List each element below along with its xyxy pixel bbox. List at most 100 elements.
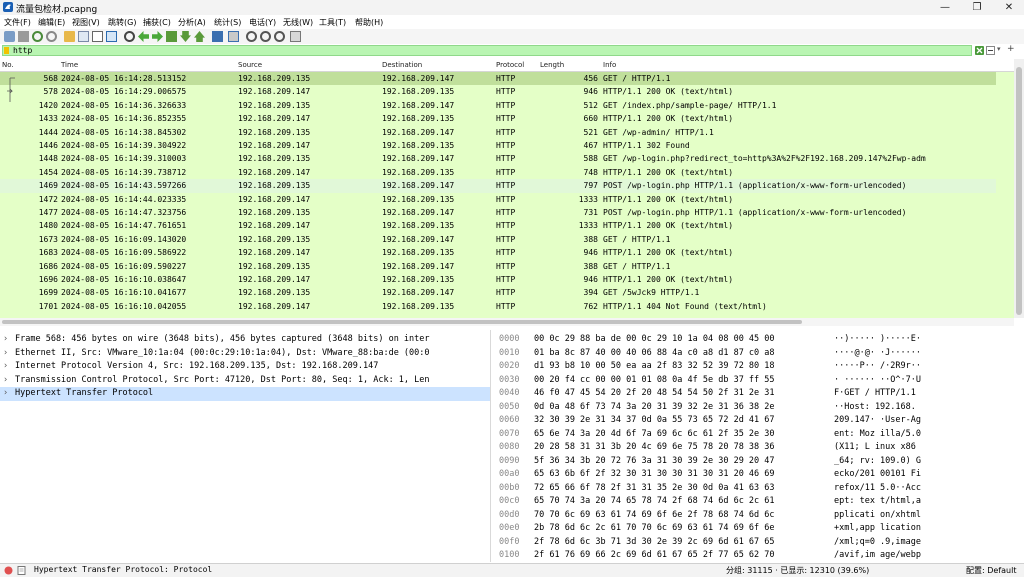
close-file-icon[interactable] [92, 31, 103, 42]
expand-arrow-icon[interactable]: › [3, 360, 8, 373]
expand-arrow-icon[interactable]: › [3, 333, 8, 346]
maximize-icon[interactable]: ❐ [962, 0, 992, 15]
menu-telephony[interactable]: 电话(Y) [249, 17, 276, 28]
packet-row[interactable]: 1433 2024-08-05 16:14:36.852355 192.168.20… [0, 112, 996, 125]
hex-row[interactable]: 0000 00 0c 29 88 ba de 00 0c 29 10 1a 04 … [494, 333, 1024, 347]
menu-view[interactable]: 视图(V) [72, 17, 100, 28]
close-icon[interactable]: ✕ [994, 0, 1024, 15]
packet-row[interactable]: 1696 2024-08-05 16:16:10.038647 192.168.20… [0, 273, 996, 286]
hex-row[interactable]: 00d0 70 70 6c 69 63 61 74 69 6f 6e 2f 78 … [494, 509, 1024, 523]
last-packet-icon[interactable] [194, 31, 205, 42]
hex-row[interactable]: 0050 0d 0a 48 6f 73 74 3a 20 31 39 32 2e … [494, 401, 1024, 415]
packet-row[interactable]: 1701 2024-08-05 16:16:10.042055 192.168.20… [0, 300, 996, 313]
menu-analyze[interactable]: 分析(A) [178, 17, 206, 28]
hex-row[interactable]: 0070 65 6e 74 3a 20 4d 6f 7a 69 6c 6c 61 … [494, 428, 1024, 442]
packet-row[interactable]: 1420 2024-08-05 16:14:36.326633 192.168.20… [0, 99, 996, 112]
colorize-icon[interactable] [228, 31, 239, 42]
column-source[interactable]: Source [238, 61, 262, 69]
packet-row[interactable]: 1480 2024-08-05 16:14:47.761651 192.168.20… [0, 219, 996, 232]
hex-row[interactable]: 00b0 72 65 66 6f 78 2f 31 31 35 2e 30 0d … [494, 482, 1024, 496]
detail-ethernet[interactable]: › Ethernet II, Src: VMware_10:1a:04 (00:0… [0, 347, 490, 361]
open-file-icon[interactable] [64, 31, 75, 42]
column-protocol[interactable]: Protocol [496, 61, 524, 69]
packet-list-scrollbar[interactable] [1014, 59, 1024, 318]
expert-info-icon[interactable] [4, 566, 13, 575]
stop-capture-icon[interactable] [18, 31, 29, 42]
minimize-icon[interactable]: — [930, 0, 960, 15]
expand-arrow-icon[interactable]: › [3, 387, 8, 400]
start-capture-icon[interactable] [4, 31, 15, 42]
hex-row[interactable]: 00c0 65 70 74 3a 20 74 65 78 74 2f 68 74 … [494, 495, 1024, 509]
packet-row[interactable]: 1469 2024-08-05 16:14:43.597266 192.168.20… [0, 179, 996, 193]
capture-options-icon[interactable] [46, 31, 57, 42]
packet-row[interactable]: 1699 2024-08-05 16:16:10.041677 192.168.20… [0, 286, 996, 299]
packet-row[interactable]: 578 2024-08-05 16:14:29.006575 192.168.209… [0, 85, 996, 98]
hex-row[interactable]: 0020 d1 93 b8 10 00 50 ea aa 2f 83 32 52 … [494, 360, 1024, 374]
detail-ip[interactable]: › Internet Protocol Version 4, Src: 192.1… [0, 360, 490, 374]
resize-columns-icon[interactable] [290, 31, 301, 42]
menu-edit[interactable]: 编辑(E) [38, 17, 65, 28]
hex-row[interactable]: 00e0 2b 78 6d 6c 2c 61 70 70 6c 69 63 61 … [494, 522, 1024, 536]
expand-arrow-icon[interactable]: › [3, 347, 8, 360]
capture-file-properties-icon[interactable] [17, 566, 26, 575]
menu-help[interactable]: 帮助(H) [355, 17, 383, 28]
hscroll-thumb[interactable] [2, 320, 802, 324]
hex-row[interactable]: 00a0 65 63 6b 6f 2f 32 30 31 30 30 31 30 … [494, 468, 1024, 482]
menu-capture[interactable]: 捕获(C) [143, 17, 171, 28]
detail-frame[interactable]: › Frame 568: 456 bytes on wire (3648 bits… [0, 333, 490, 347]
hex-row[interactable]: 0100 2f 61 76 69 66 2c 69 6d 61 67 65 2f … [494, 549, 1024, 562]
clear-filter-icon[interactable] [975, 46, 984, 55]
column-length[interactable]: Length [540, 61, 564, 69]
hex-row[interactable]: 0030 00 20 f4 cc 00 00 01 01 08 0a 4f 5e … [494, 374, 1024, 388]
packet-row[interactable]: 1472 2024-08-05 16:14:44.023335 192.168.20… [0, 193, 996, 206]
packet-cell-len: 731 [583, 208, 598, 217]
packet-row[interactable]: 1454 2024-08-05 16:14:39.738712 192.168.20… [0, 166, 996, 179]
menu-go[interactable]: 跳转(G) [108, 17, 136, 28]
packet-row[interactable]: 1673 2024-08-05 16:16:09.143020 192.168.20… [0, 233, 996, 246]
packet-row[interactable]: 1444 2024-08-05 16:14:38.845302 192.168.20… [0, 126, 996, 139]
autoscroll-icon[interactable] [212, 31, 223, 42]
apply-filter-icon[interactable] [986, 46, 995, 55]
restart-capture-icon[interactable] [32, 31, 43, 42]
hex-row[interactable]: 0040 46 f0 47 45 54 20 2f 20 48 54 54 50 … [494, 387, 1024, 401]
menu-statistics[interactable]: 统计(S) [214, 17, 241, 28]
go-to-packet-icon[interactable] [166, 31, 177, 42]
detail-tcp[interactable]: › Transmission Control Protocol, Src Port… [0, 374, 490, 388]
menu-wireless[interactable]: 无线(W) [283, 17, 313, 28]
column-info[interactable]: Info [603, 61, 616, 69]
display-filter-input[interactable] [2, 45, 972, 56]
hex-row[interactable]: 0010 01 ba 8c 87 40 00 40 06 88 4a c0 a8 … [494, 347, 1024, 361]
menu-tools[interactable]: 工具(T) [319, 17, 346, 28]
packet-row[interactable]: 1686 2024-08-05 16:16:09.590227 192.168.20… [0, 260, 996, 273]
hex-row[interactable]: 0080 20 28 58 31 31 3b 20 4c 69 6e 75 78 … [494, 441, 1024, 455]
scroll-thumb[interactable] [1016, 67, 1022, 315]
column-destination[interactable]: Destination [382, 61, 422, 69]
detail-http[interactable]: › Hypertext Transfer Protocol [0, 387, 490, 401]
packet-row[interactable]: 1446 2024-08-05 16:14:39.304922 192.168.20… [0, 139, 996, 152]
hex-row[interactable]: 0060 32 30 39 2e 31 34 37 0d 0a 55 73 65 … [494, 414, 1024, 428]
first-packet-icon[interactable] [180, 31, 191, 42]
zoom-in-icon[interactable] [246, 31, 257, 42]
filter-history-icon[interactable]: ▾ [997, 45, 1001, 53]
packet-row[interactable]: 1683 2024-08-05 16:16:09.586922 192.168.20… [0, 246, 996, 259]
menu-file[interactable]: 文件(F) [4, 17, 31, 28]
go-back-icon[interactable] [138, 31, 149, 42]
packet-row[interactable]: 1448 2024-08-05 16:14:39.310003 192.168.20… [0, 152, 996, 165]
add-filter-button-icon[interactable]: + [1007, 44, 1015, 54]
packet-list-hscrollbar[interactable] [0, 318, 1014, 326]
save-file-icon[interactable] [78, 31, 89, 42]
packet-row[interactable]: 1477 2024-08-05 16:14:47.323756 192.168.20… [0, 206, 996, 219]
filter-bookmark-icon[interactable] [4, 47, 9, 54]
go-forward-icon[interactable] [152, 31, 163, 42]
reload-icon[interactable] [106, 31, 117, 42]
column-no[interactable]: No. [2, 61, 14, 69]
packet-row[interactable]: 568 2024-08-05 16:14:28.513152 192.168.209… [0, 72, 996, 86]
column-time[interactable]: Time [61, 61, 78, 69]
hex-row[interactable]: 0090 5f 36 34 3b 20 72 76 3a 31 30 39 2e … [494, 455, 1024, 469]
zoom-reset-icon[interactable] [274, 31, 285, 42]
find-packet-icon[interactable] [124, 31, 135, 42]
status-profile[interactable]: 配置: Default [966, 565, 1016, 576]
expand-arrow-icon[interactable]: › [3, 374, 8, 387]
hex-row[interactable]: 00f0 2f 78 6d 6c 3b 71 3d 30 2e 39 2c 69 … [494, 536, 1024, 550]
zoom-out-icon[interactable] [260, 31, 271, 42]
